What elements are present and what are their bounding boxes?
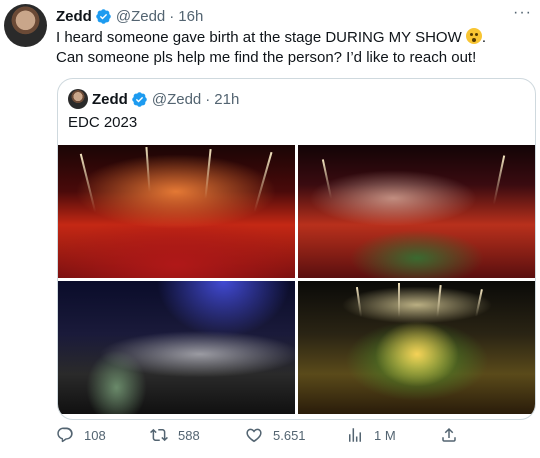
media-image-4[interactable] [298, 281, 535, 414]
author-avatar[interactable] [4, 4, 47, 47]
tweet-text-line1: I heard someone gave birth at the stage … [56, 29, 462, 46]
verified-badge-icon [96, 8, 111, 24]
tweet-text-line1-end: . [481, 29, 487, 46]
reply-count: 108 [84, 427, 106, 443]
tweet-text-line2: Can someone pls help me find the person?… [56, 48, 477, 66]
verified-badge-icon [132, 91, 147, 107]
tweet-header: Zedd @Zedd · 16h [56, 6, 203, 26]
retweet-icon [150, 428, 168, 442]
shocked-face-emoji-icon [465, 28, 482, 44]
more-options-icon[interactable]: ··· [513, 4, 532, 22]
media-image-2[interactable] [298, 145, 535, 278]
media-grid [58, 145, 535, 419]
tweet-actions: 108 588 5.651 1 M [56, 426, 466, 446]
quoted-author-name: Zedd [92, 90, 128, 108]
views-chart-icon [349, 428, 361, 442]
author-name[interactable]: Zedd [56, 8, 92, 25]
views-count: 1 M [374, 427, 396, 443]
heart-icon [246, 428, 262, 443]
quoted-tweet-time: 21h [214, 90, 240, 108]
tweet-time[interactable]: 16h [178, 8, 203, 25]
reply-button[interactable]: 108 [56, 426, 106, 444]
views-button[interactable]: 1 M [346, 426, 396, 444]
retweet-button[interactable]: 588 [150, 426, 200, 444]
tweet-text: I heard someone gave birth at the stage … [56, 28, 532, 67]
share-icon [442, 427, 456, 442]
quoted-tweet[interactable]: Zedd @Zedd · 21h EDC 2023 [57, 78, 536, 420]
separator-dot: · [205, 90, 211, 108]
share-button[interactable] [440, 426, 468, 444]
like-button[interactable]: 5.651 [245, 426, 306, 444]
reply-icon [57, 427, 73, 443]
retweet-count: 588 [178, 427, 200, 443]
author-handle[interactable]: @Zedd [116, 8, 165, 25]
media-image-1[interactable] [58, 145, 295, 278]
quoted-tweet-text: EDC 2023 [68, 114, 138, 131]
quoted-tweet-header: Zedd @Zedd · 21h [68, 89, 239, 109]
quoted-author-handle: @Zedd [151, 90, 202, 108]
like-count: 5.651 [273, 427, 306, 443]
media-image-3[interactable] [58, 281, 295, 414]
quoted-author-avatar [68, 89, 88, 109]
separator-dot: · [169, 7, 175, 25]
